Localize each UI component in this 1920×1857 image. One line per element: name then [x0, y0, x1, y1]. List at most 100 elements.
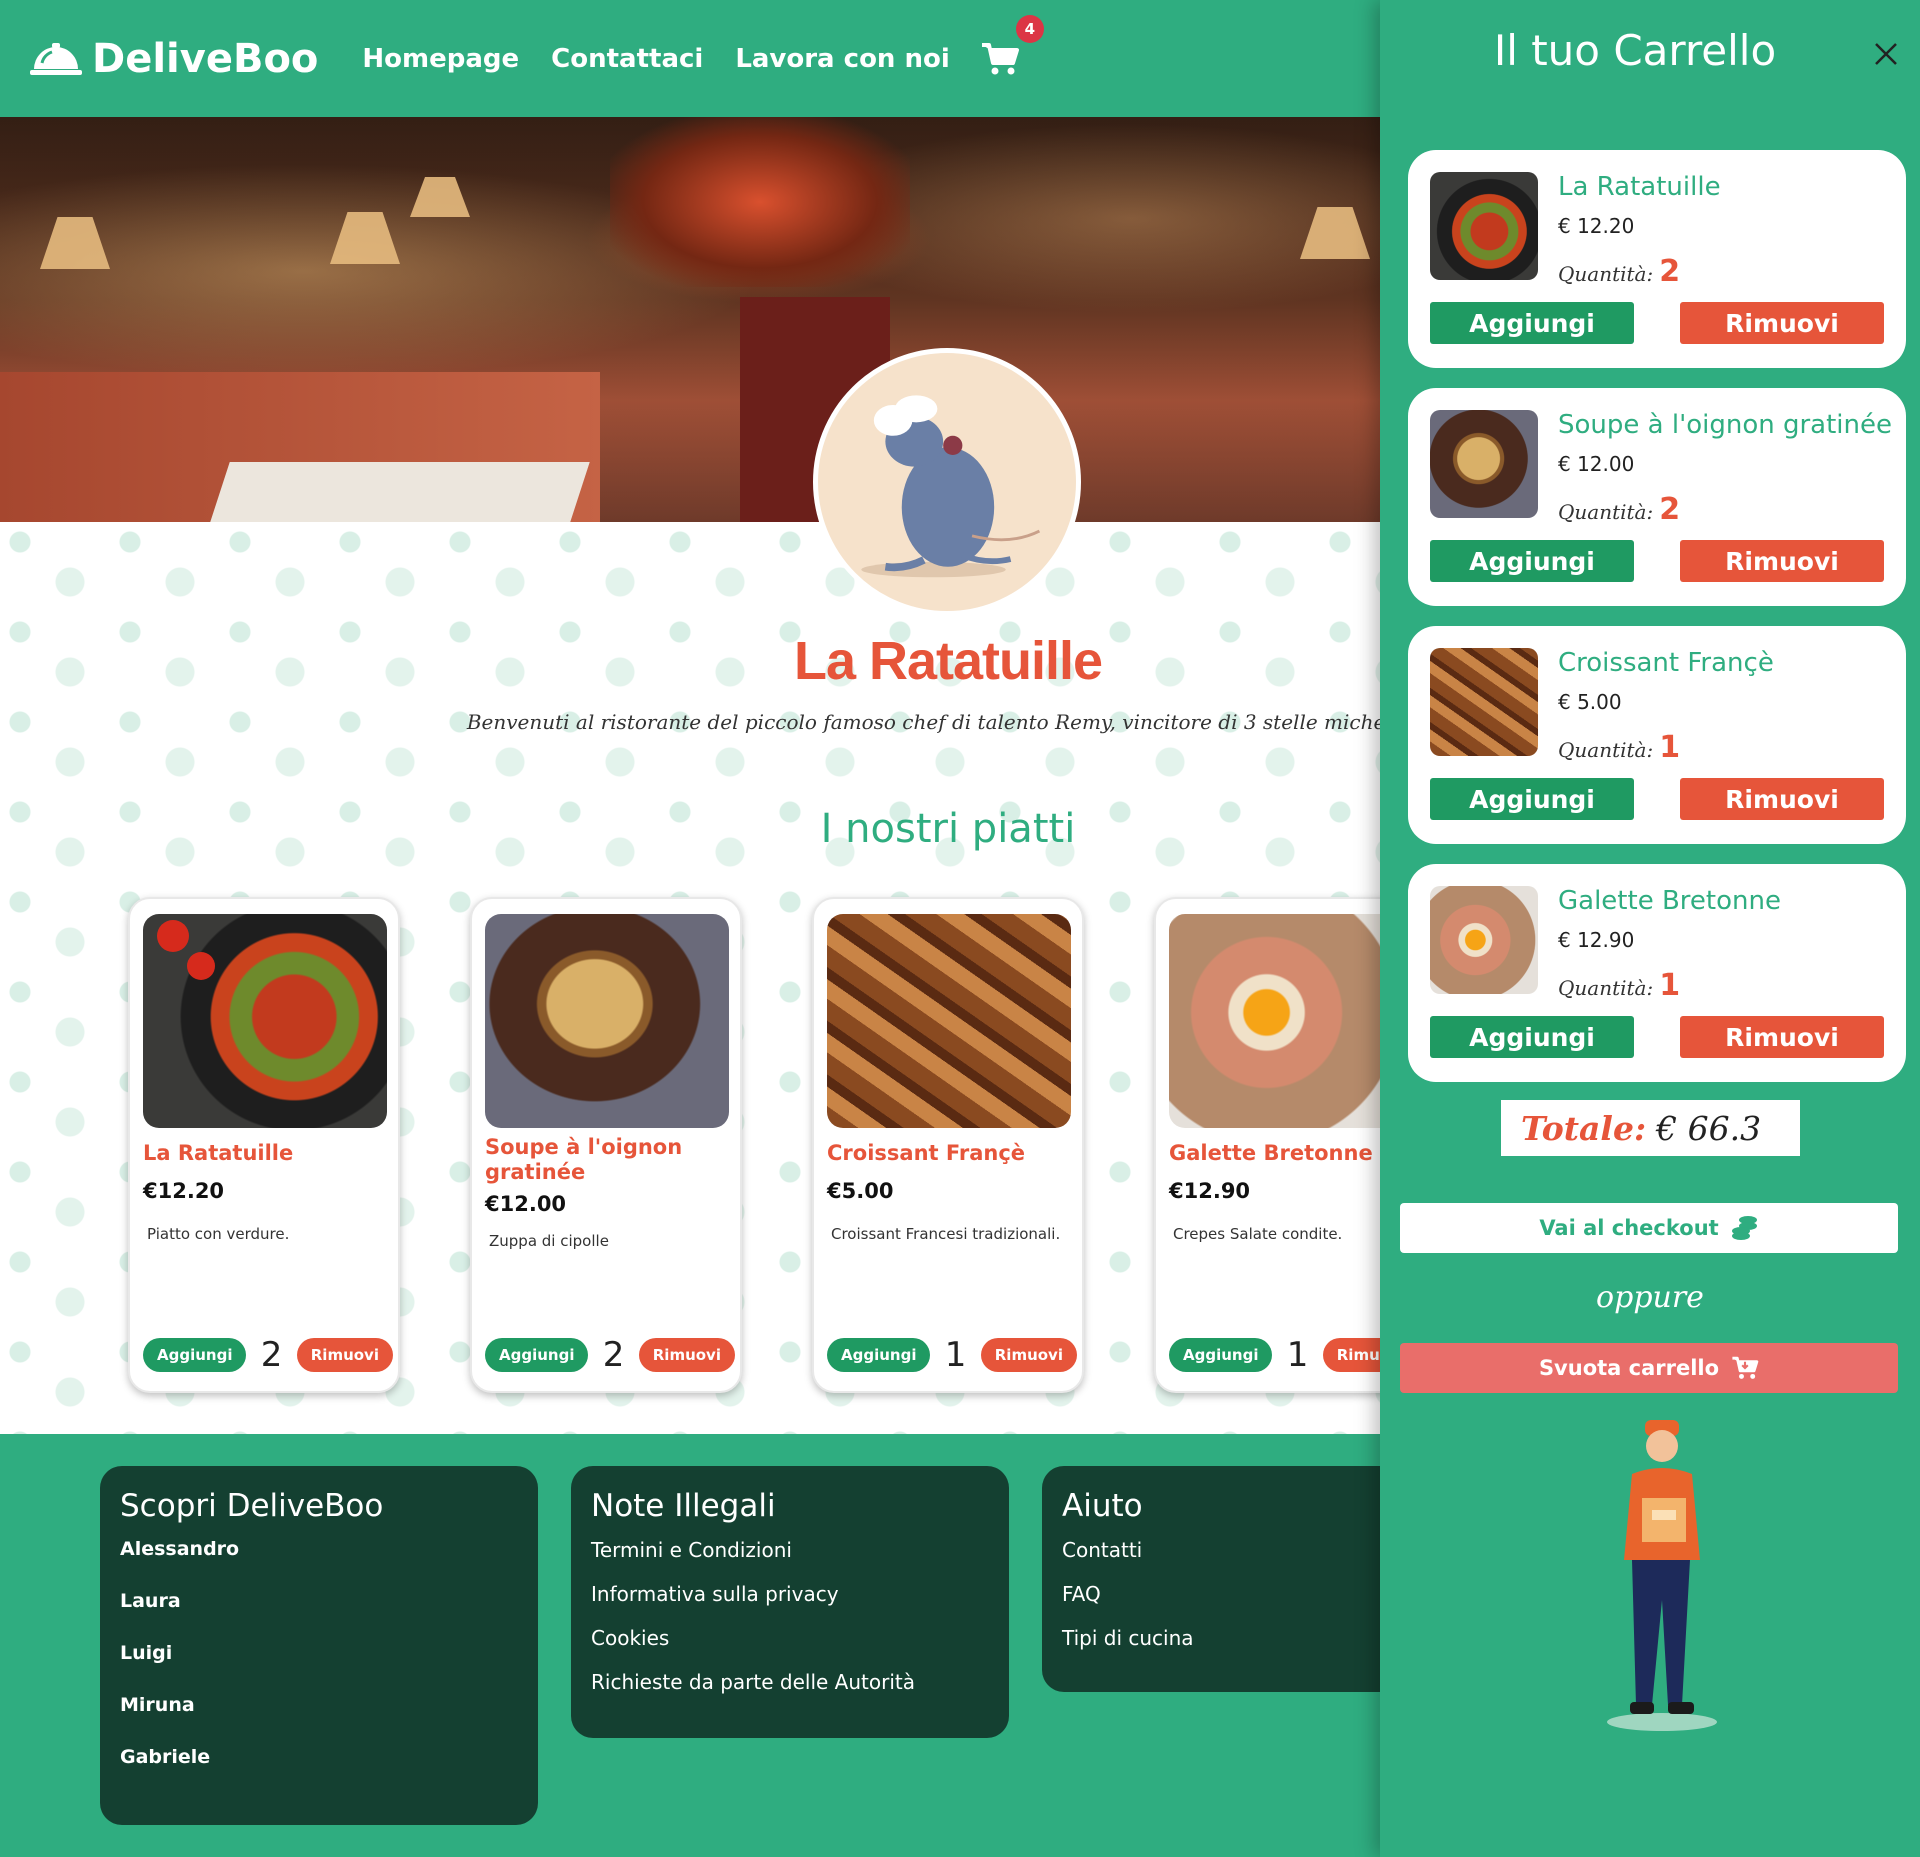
- cart-count-badge: 4: [1015, 14, 1044, 43]
- cart-item-quantity-label: Quantità:: [1558, 976, 1654, 1000]
- restaurant-avatar: [813, 348, 1081, 616]
- cart-item-price: € 12.00: [1558, 452, 1635, 476]
- dish-add-button[interactable]: Aggiungi: [485, 1338, 589, 1372]
- dish-description: Croissant Francesi tradizionali.: [831, 1225, 1061, 1243]
- footer-legal-link[interactable]: Informativa sulla privacy: [591, 1582, 989, 1606]
- cart-item-quantity-label: Quantità:: [1558, 500, 1654, 524]
- cart-item-name: Soupe à l'oignon gratinée: [1558, 410, 1893, 440]
- dish-add-button[interactable]: Aggiungi: [143, 1338, 247, 1372]
- dish-add-button[interactable]: Aggiungi: [1169, 1338, 1273, 1372]
- dish-actions: Aggiungi 2 Rimuovi: [143, 1335, 393, 1375]
- cart-icon: [981, 42, 1019, 74]
- logo[interactable]: DeliveBoo: [28, 36, 318, 82]
- empty-cart-button[interactable]: Svuota carrello: [1400, 1343, 1898, 1393]
- dish-card: Soupe à l'oignon gratinée €12.00 Zuppa d…: [470, 897, 742, 1393]
- dish-card: La Ratatuille €12.20 Piatto con verdure.…: [128, 897, 400, 1393]
- cart-item: Galette Bretonne € 12.90 Quantità: 1 Aggi…: [1408, 864, 1906, 1082]
- cart-item-quantity: 1: [1659, 730, 1681, 765]
- cart-item-remove-button[interactable]: Rimuovi: [1680, 540, 1884, 582]
- cart-remove-icon: [1732, 1356, 1759, 1379]
- navbar: DeliveBoo Homepage Contattaci Lavora con…: [0, 0, 1380, 117]
- dish-price: €5.00: [827, 1179, 894, 1203]
- cart-item: La Ratatuille € 12.20 Quantità: 2 Aggiung…: [1408, 150, 1906, 368]
- cart-item-add-button[interactable]: Aggiungi: [1430, 778, 1634, 820]
- footer-help-link[interactable]: Contatti: [1062, 1538, 1380, 1562]
- delivery-courier-illustration: [1607, 1420, 1717, 1731]
- footer-member-link[interactable]: Luigi: [120, 1642, 518, 1664]
- hero-decor: [410, 177, 470, 217]
- nav-link-contattaci[interactable]: Contattaci: [551, 44, 703, 74]
- footer-discover: Scopri DeliveBoo Alessandro Laura Luigi …: [100, 1466, 538, 1825]
- cart-item-quantity: 2: [1659, 254, 1681, 289]
- cart-item-quantity: 2: [1659, 492, 1681, 527]
- footer-member-link[interactable]: Laura: [120, 1590, 518, 1612]
- cart-item-remove-button[interactable]: Rimuovi: [1680, 778, 1884, 820]
- hero-decor: [610, 117, 910, 287]
- cart-item-add-button[interactable]: Aggiungi: [1430, 540, 1634, 582]
- footer-legal-link[interactable]: Richieste da parte delle Autorità: [591, 1670, 989, 1694]
- cart-item-quantity-row: Quantità: 2: [1558, 492, 1680, 527]
- cart-item-image: [1430, 886, 1538, 994]
- cloche-icon: [30, 42, 82, 75]
- cart-item-quantity-row: Quantità: 1: [1558, 968, 1680, 1003]
- cart-item: Croissant Françè € 5.00 Quantità: 1 Aggiu…: [1408, 626, 1906, 844]
- coins-icon: [1731, 1216, 1757, 1240]
- nav-links: Homepage Contattaci Lavora con noi: [362, 44, 949, 74]
- or-separator: oppure: [1596, 1280, 1704, 1315]
- cart-item-remove-button[interactable]: Rimuovi: [1680, 302, 1884, 344]
- dish-remove-button[interactable]: Rimuovi: [638, 1338, 735, 1372]
- cart-button[interactable]: 4: [980, 14, 1044, 81]
- dish-quantity: 1: [944, 1335, 967, 1375]
- dish-actions: Aggiungi 1 Rimuovi: [827, 1335, 1077, 1375]
- hero-decor: [330, 212, 400, 264]
- cart-title: Il tuo Carrello: [1493, 26, 1777, 75]
- cart-item-quantity-label: Quantità:: [1558, 738, 1654, 762]
- hero-image: [0, 117, 1380, 522]
- tomato-decor: [157, 920, 215, 980]
- nav-link-lavora-con-noi[interactable]: Lavora con noi: [735, 44, 949, 74]
- footer-help-link[interactable]: Tipi di cucina: [1062, 1626, 1380, 1650]
- nav-link-homepage[interactable]: Homepage: [362, 44, 519, 74]
- cart-item-image: [1430, 410, 1538, 518]
- dish-quantity: 1: [1286, 1335, 1309, 1375]
- dish-remove-button[interactable]: Rimuovi: [296, 1338, 393, 1372]
- dish-title: Croissant Françè: [827, 1141, 1026, 1165]
- close-icon[interactable]: [1872, 40, 1900, 68]
- dish-remove-button[interactable]: Rimuovi: [980, 1338, 1077, 1372]
- footer-discover-title: Scopri DeliveBoo: [120, 1488, 384, 1524]
- cart-item-price: € 12.90: [1558, 928, 1635, 952]
- dish-description: Crepes Salate condite.: [1173, 1225, 1343, 1243]
- dish-price: €12.00: [485, 1192, 567, 1216]
- cart-item-add-button[interactable]: Aggiungi: [1430, 302, 1634, 344]
- cart-item-image: [1430, 172, 1538, 280]
- dish-add-button[interactable]: Aggiungi: [827, 1338, 931, 1372]
- cart-item-quantity: 1: [1659, 968, 1681, 1003]
- dish-title: Soupe à l'oignon gratinée: [485, 1135, 683, 1184]
- checkout-button[interactable]: Vai al checkout: [1400, 1203, 1898, 1253]
- footer-help-link[interactable]: FAQ: [1062, 1582, 1380, 1606]
- cart-item-price: € 12.20: [1558, 214, 1635, 238]
- cart-item-name: Galette Bretonne: [1558, 886, 1781, 916]
- dish-description: Piatto con verdure.: [147, 1225, 290, 1243]
- footer-help-title: Aiuto: [1062, 1488, 1143, 1524]
- footer-member-link[interactable]: Miruna: [120, 1694, 518, 1716]
- cart-item-name: La Ratatuille: [1558, 172, 1721, 202]
- footer-member-link[interactable]: Alessandro: [120, 1538, 518, 1560]
- checkout-label: Vai al checkout: [1539, 1216, 1719, 1240]
- dish-image: [485, 914, 729, 1128]
- dish-price: €12.90: [1169, 1179, 1251, 1203]
- footer-member-link[interactable]: Gabriele: [120, 1746, 518, 1768]
- footer-legal-link[interactable]: Termini e Condizioni: [591, 1538, 989, 1562]
- dish-quantity: 2: [260, 1335, 283, 1375]
- cart-item-remove-button[interactable]: Rimuovi: [1680, 1016, 1884, 1058]
- cart-total-value: € 66.3: [1656, 1108, 1762, 1148]
- footer-legal-link[interactable]: Cookies: [591, 1626, 989, 1650]
- dish-quantity: 2: [602, 1335, 625, 1375]
- cart-item-quantity-label: Quantità:: [1558, 262, 1654, 286]
- cart-item-add-button[interactable]: Aggiungi: [1430, 1016, 1634, 1058]
- footer-legal-title: Note Illegali: [591, 1488, 776, 1524]
- footer-help: Aiuto Contatti FAQ Tipi di cucina: [1042, 1466, 1380, 1692]
- cart-item: Soupe à l'oignon gratinée € 12.00 Quanti…: [1408, 388, 1906, 606]
- chef-rat-illustration: [861, 395, 1041, 578]
- footer: Scopri DeliveBoo Alessandro Laura Luigi …: [0, 1434, 1380, 1857]
